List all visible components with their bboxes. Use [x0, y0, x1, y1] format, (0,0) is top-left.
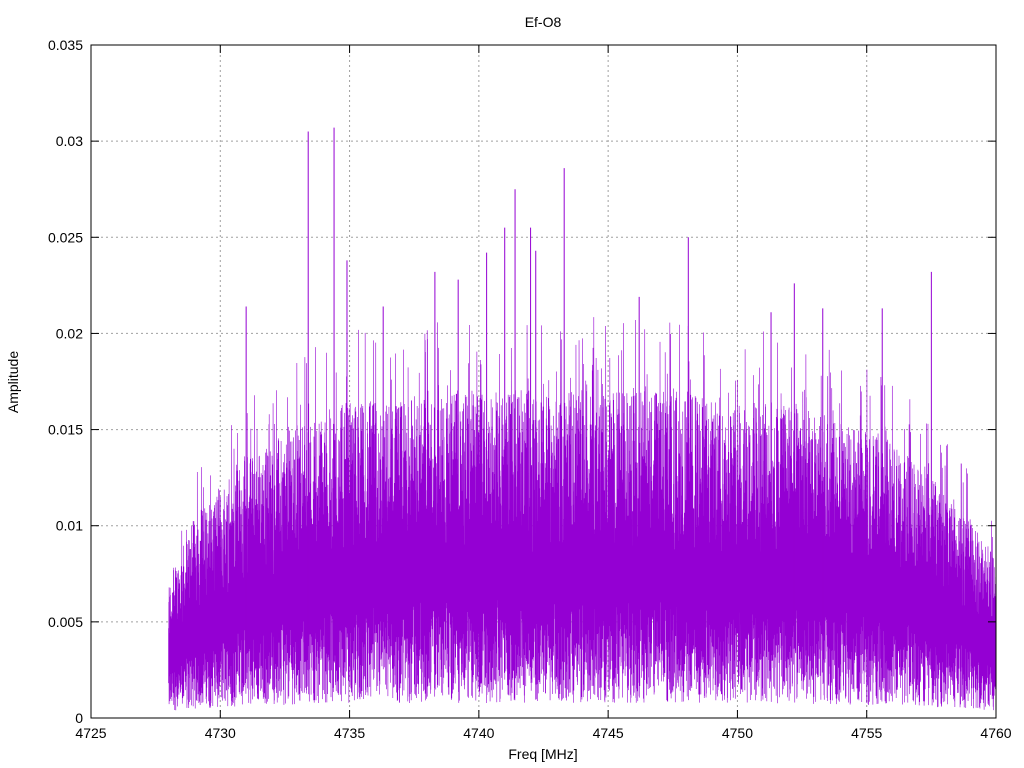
x-tick-label: 4755 — [851, 725, 882, 741]
x-tick-label: 4745 — [593, 725, 624, 741]
x-tick-label: 4740 — [463, 725, 494, 741]
x-tick-label: 4730 — [205, 725, 236, 741]
y-tick-label: 0.005 — [48, 614, 83, 630]
y-tick-label: 0.035 — [48, 37, 83, 53]
y-tick-label: 0.03 — [56, 133, 83, 149]
y-axis-label: Amplitude — [5, 351, 21, 413]
chart-svg: Ef-O8 4725 4730 4735 4740 4745 4750 4755 4760 0… — [5, 14, 1012, 762]
spectrum-trace — [168, 317, 997, 711]
chart-title: Ef-O8 — [525, 14, 562, 30]
plot-area — [168, 127, 997, 711]
x-tick-label: 4760 — [980, 725, 1011, 741]
y-tick-label: 0.015 — [48, 422, 83, 438]
x-tick-label: 4735 — [334, 725, 365, 741]
y-tick-label: 0 — [75, 710, 83, 726]
x-tick-label: 4725 — [75, 725, 106, 741]
y-tick-label: 0.01 — [56, 518, 83, 534]
x-tick-label: 4750 — [722, 725, 753, 741]
y-tick-label: 0.025 — [48, 229, 83, 245]
x-axis-label: Freq [MHz] — [508, 746, 577, 762]
y-tick-label: 0.02 — [56, 325, 83, 341]
